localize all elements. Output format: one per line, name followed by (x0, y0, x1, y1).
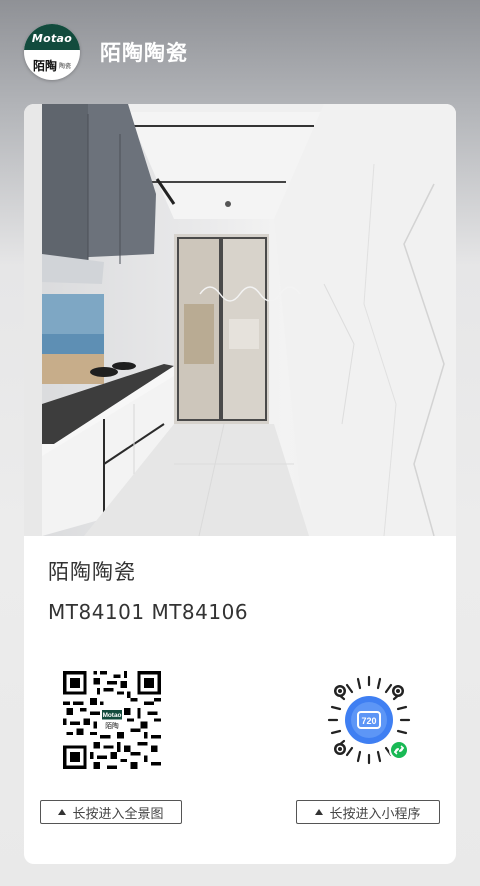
svg-text:Motao: Motao (103, 712, 122, 719)
logo-cn-text: 陌陶 (32, 58, 57, 73)
product-models: MT84101 MT84106 (48, 600, 249, 624)
kitchen-render-image (24, 104, 456, 536)
miniprogram-label: 长按进入小程序 (329, 806, 421, 822)
miniprogram-button[interactable]: 长按进入小程序 (296, 800, 440, 824)
panorama-button[interactable]: 长按进入全景图 (40, 800, 182, 824)
miniprogram-code[interactable]: 720 (320, 671, 418, 769)
logo-wordmark: Motao (24, 24, 80, 50)
panorama-qr-code[interactable]: Motao 陌陶 (63, 671, 161, 769)
caret-up-icon (58, 809, 67, 815)
logo-chinese: 陌陶 陶瓷 (24, 50, 80, 80)
brand-name: 陌陶陶瓷 (100, 41, 188, 65)
brand-logo[interactable]: Motao 陌陶 陶瓷 (24, 24, 80, 80)
logo-sub-text: 陶瓷 (59, 62, 72, 70)
card-title: 陌陶陶瓷 (48, 560, 136, 584)
caret-up-icon (315, 809, 324, 815)
svg-text:陌陶: 陌陶 (105, 721, 119, 730)
panorama-label: 长按进入全景图 (72, 806, 164, 822)
share-card: 陌陶陶瓷 MT84101 MT84106 Motao 陌陶 720 长按进入全景… (24, 104, 456, 864)
miniprogram-badge-text: 720 (361, 716, 376, 726)
header: Motao 陌陶 陶瓷 陌陶陶瓷 (24, 24, 188, 80)
